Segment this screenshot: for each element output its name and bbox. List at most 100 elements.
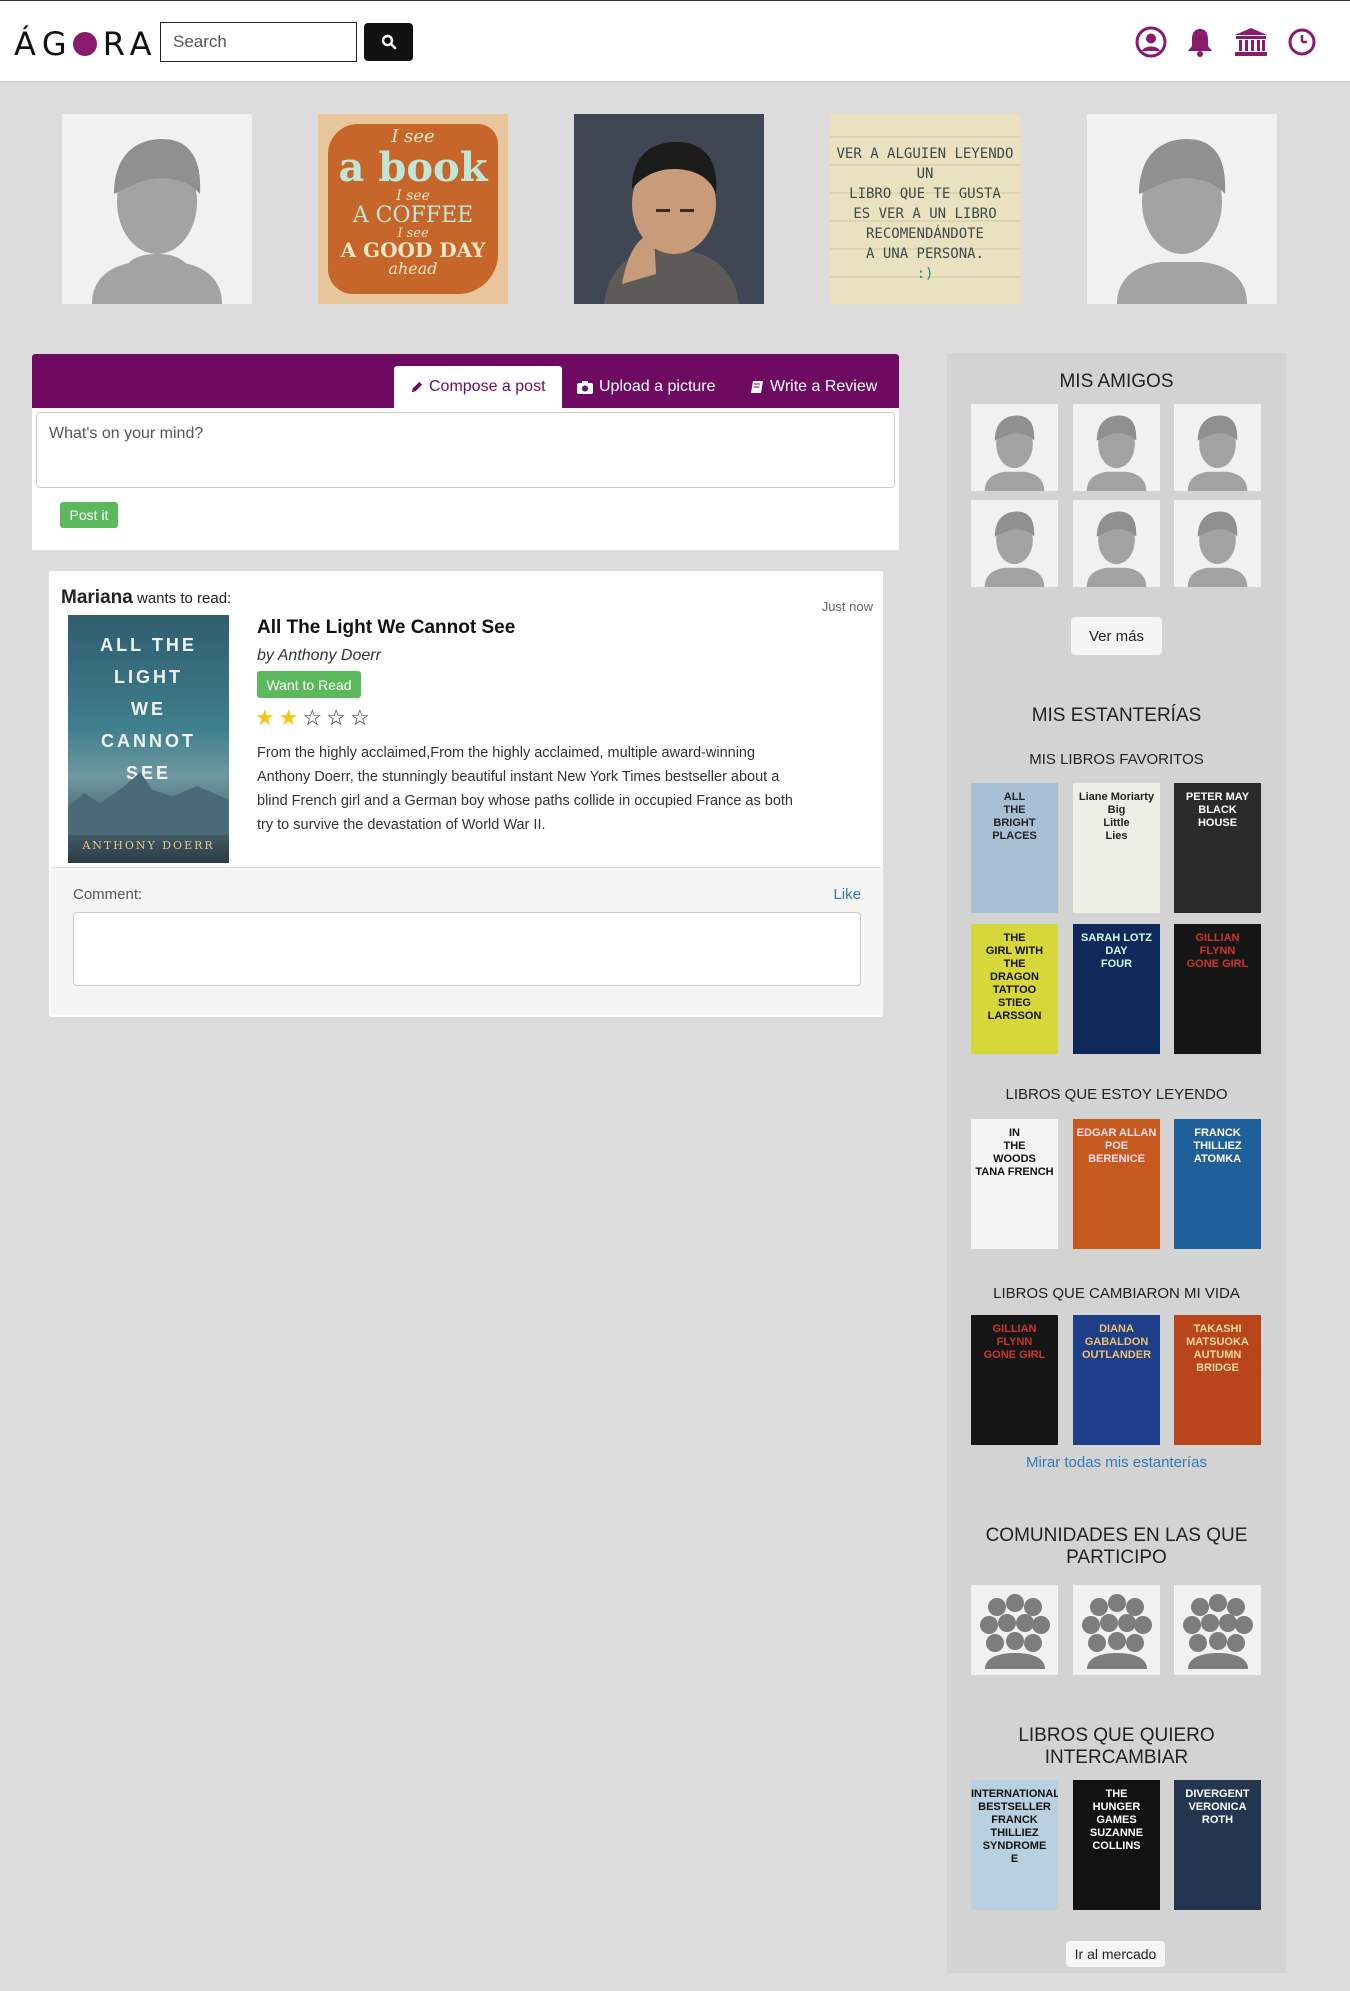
- star-filled-icon[interactable]: ★: [255, 707, 275, 729]
- community-group-icon[interactable]: [1073, 1585, 1160, 1675]
- book-cover-text: PETER MAY: [1185, 791, 1250, 803]
- logo-dot: [72, 32, 97, 56]
- book-icon: [751, 381, 763, 393]
- search-input[interactable]: [160, 22, 357, 62]
- book-cover[interactable]: INTERNATIONAL BESTSELLER FRANCK THILLIEZ S…: [971, 1780, 1058, 1910]
- book-cover[interactable]: DIVERGENT VERONICA ROTH: [1174, 1780, 1261, 1910]
- photo-quote-book-coffee[interactable]: I see a book I see A COFFEE I see A GOOD…: [318, 114, 508, 304]
- book-cover[interactable]: TAKASHI MATSUOKA AUTUMN BRIDGE: [1174, 1315, 1261, 1445]
- friend-avatar[interactable]: [971, 500, 1058, 587]
- feed-post-card: Mariana wants to read: Just now ALL THE …: [48, 570, 884, 1018]
- friend-avatar[interactable]: [1073, 404, 1160, 491]
- logo[interactable]: Á G RA: [14, 25, 158, 63]
- book-cover-text: GAMES: [1096, 1814, 1137, 1826]
- book-cover-text: GILLIAN: [1195, 932, 1240, 944]
- book-cover[interactable]: GILLIAN FLYNN GONE GIRL: [1174, 924, 1261, 1054]
- book-cover[interactable]: THE GIRL WITH THE DRAGON TATTOO STIEG LARSSON: [971, 924, 1058, 1054]
- book-cover-text: TANA FRENCH: [975, 1166, 1054, 1178]
- ver-mas-button[interactable]: Ver más: [1071, 617, 1162, 655]
- book-cover-text: IN: [1009, 1127, 1020, 1139]
- star-filled-icon[interactable]: ★: [279, 707, 299, 729]
- book-cover-text: OUTLANDER: [1081, 1349, 1152, 1361]
- book-cover-text: EDGAR ALLAN POE: [1076, 1127, 1157, 1152]
- post-it-button[interactable]: Post it: [60, 502, 118, 528]
- exchange-title: LIBROS QUE QUIERO: [1018, 1725, 1215, 1746]
- ir-al-mercado-button[interactable]: Ir al mercado: [1066, 1941, 1165, 1967]
- book-cover-text: INTERNATIONAL BESTSELLER: [971, 1788, 1058, 1813]
- book-cover[interactable]: GILLIAN FLYNN GONE GIRL: [971, 1315, 1058, 1445]
- book-cover-text: SARAH LOTZ: [1081, 932, 1152, 944]
- tab-compose-post[interactable]: Compose a post: [394, 366, 562, 408]
- book-cover-text: THE: [1003, 804, 1026, 816]
- book-cover-text: SYNDROME: [982, 1840, 1047, 1852]
- search-icon: [381, 34, 396, 50]
- shelves-title: MIS ESTANTERÍAS: [1031, 705, 1202, 726]
- all-shelves-link[interactable]: Mirar todas mis estanterías: [947, 1454, 1286, 1471]
- book-cover-text: FRANCK: [1194, 1127, 1241, 1139]
- search-button[interactable]: [364, 23, 413, 61]
- star-empty-icon[interactable]: ☆: [350, 707, 370, 729]
- book-cover-text: GILLIAN: [992, 1323, 1037, 1335]
- photo-avatar-1[interactable]: [62, 114, 252, 304]
- friend-avatar[interactable]: [1073, 500, 1160, 587]
- top-navbar: Á G RA: [0, 0, 1350, 82]
- feed-post-header: Mariana wants to read:: [61, 587, 231, 609]
- star-empty-icon[interactable]: ☆: [302, 707, 322, 729]
- clock-icon[interactable]: [1285, 25, 1319, 59]
- book-cover-text: COLLINS: [1092, 1840, 1141, 1852]
- book-cover[interactable]: ALL THE LIGHT WE CANNOT SEE ANTHONY DOER…: [68, 615, 229, 863]
- tab-upload-picture[interactable]: Upload a picture: [577, 366, 716, 408]
- friend-avatar[interactable]: [1174, 404, 1261, 491]
- book-cover-text: Liane Moriarty: [1078, 791, 1155, 803]
- like-link[interactable]: Like: [833, 886, 861, 903]
- community-group-icon[interactable]: [971, 1585, 1058, 1675]
- composer-tabs-bar: Compose a post Upload a picture Write a …: [32, 354, 899, 408]
- book-cover[interactable]: PETER MAY BLACK HOUSE: [1174, 783, 1261, 913]
- photo-portrait[interactable]: [574, 114, 764, 304]
- quote-line: I see: [396, 187, 430, 204]
- book-cover[interactable]: DIANA GABALDON OUTLANDER: [1073, 1315, 1160, 1445]
- photo-quote-leer[interactable]: VER A ALGUIEN LEYENDO UN LIBRO QUE TE GU…: [830, 114, 1020, 304]
- book-cover[interactable]: ALL THE BRIGHT PLACES: [971, 783, 1058, 913]
- tab-write-review[interactable]: Write a Review: [750, 366, 877, 408]
- user-icon[interactable]: [1134, 25, 1168, 59]
- bell-icon[interactable]: [1183, 25, 1217, 59]
- institution-icon[interactable]: [1234, 25, 1268, 59]
- book-cover-text: WOODS: [993, 1153, 1036, 1165]
- post-composer: Compose a post Upload a picture Write a …: [32, 354, 899, 550]
- book-cover-text: BRIDGE: [1196, 1362, 1239, 1374]
- quote-line: a book: [338, 143, 488, 191]
- book-cover[interactable]: Liane Moriarty Big Little Lies: [1073, 783, 1160, 913]
- book-cover[interactable]: SARAH LOTZ DAY FOUR: [1073, 924, 1160, 1054]
- book-description: From the highly acclaimed,From the highl…: [257, 745, 793, 833]
- book-cover-text: GONE GIRL: [1186, 958, 1249, 970]
- feed-user-name[interactable]: Mariana: [61, 587, 133, 608]
- post-textarea[interactable]: [36, 412, 895, 488]
- book-cover[interactable]: EDGAR ALLAN POE BERENICE: [1073, 1119, 1160, 1249]
- book-title[interactable]: All The Light We Cannot See: [257, 617, 515, 639]
- tab-label: Compose a post: [429, 378, 546, 395]
- book-cover[interactable]: IN THE WOODS TANA FRENCH: [971, 1119, 1058, 1249]
- photo-avatar-2[interactable]: [1087, 114, 1277, 304]
- favorites-title: MIS LIBROS FAVORITOS: [1029, 751, 1204, 768]
- book-cover-text: Big: [1107, 804, 1126, 816]
- comment-textarea[interactable]: [73, 912, 861, 986]
- friend-avatar[interactable]: [971, 404, 1058, 491]
- friend-avatar[interactable]: [1174, 500, 1261, 587]
- community-group-icon[interactable]: [1174, 1585, 1261, 1675]
- logo-letter-a: Á: [14, 25, 42, 63]
- rating-stars[interactable]: ★ ★ ☆ ☆ ☆: [255, 707, 370, 729]
- book-cover[interactable]: FRANCK THILLIEZ ATOMKA: [1174, 1119, 1261, 1249]
- book-cover-text: HUNGER: [1092, 1801, 1141, 1813]
- book-cover-text: THE: [1003, 932, 1026, 944]
- book-cover[interactable]: THE HUNGER GAMES SUZANNE COLLINS: [1073, 1780, 1160, 1910]
- friends-title: MIS AMIGOS: [1059, 371, 1174, 392]
- book-cover-text: ALL: [1003, 791, 1026, 803]
- exchange-title: INTERCAMBIAR: [1044, 1747, 1189, 1768]
- cover-title-line: ALL THE: [100, 635, 197, 655]
- want-to-read-button[interactable]: Want to Read: [257, 671, 361, 698]
- star-empty-icon[interactable]: ☆: [326, 707, 346, 729]
- book-cover-text: HOUSE: [1197, 817, 1238, 829]
- cover-title-line: WE: [131, 699, 166, 719]
- book-cover-text: DRAGON: [990, 971, 1039, 983]
